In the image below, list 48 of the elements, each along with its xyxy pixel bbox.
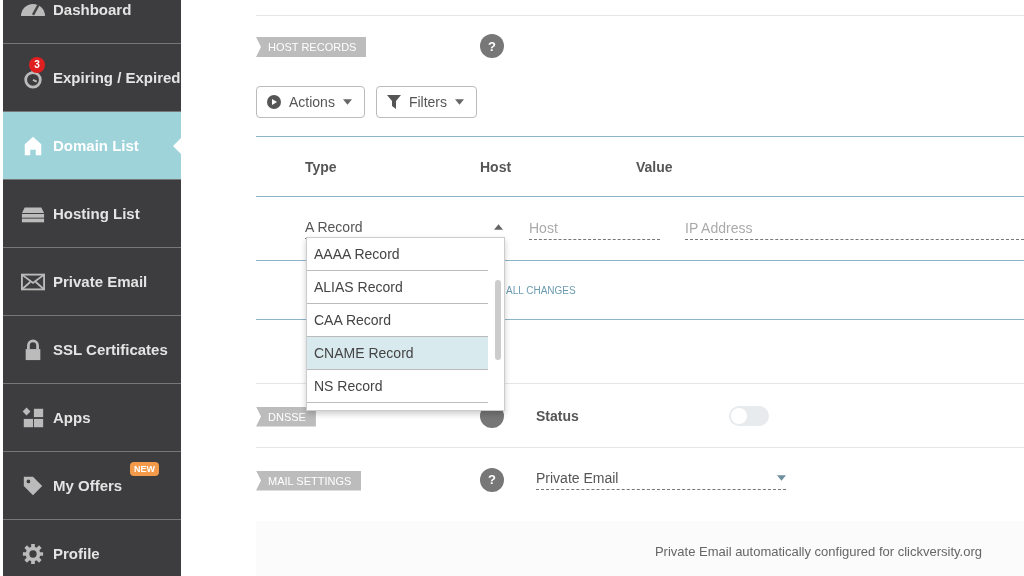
dropdown-option[interactable]: NS Record xyxy=(307,370,488,403)
play-icon xyxy=(267,95,281,109)
column-header: Type xyxy=(304,158,338,175)
value-field[interactable]: IP Address xyxy=(685,217,1024,240)
sidebar-label: Expiring / Expired xyxy=(53,69,181,86)
sidebar-label: Profile xyxy=(53,545,100,562)
sidebar-item[interactable]: Private Email xyxy=(3,248,181,316)
sidebar-item[interactable]: Hosting List xyxy=(3,180,181,248)
sidebar-label: Apps xyxy=(53,409,91,426)
section-label: MAIL SETTINGS xyxy=(256,470,362,491)
sidebar-label: My Offers xyxy=(53,477,123,494)
dropdown-option[interactable]: ALIAS Record xyxy=(307,271,488,304)
section-label: DNSSE xyxy=(256,406,316,427)
sidebar-label: SSL Certificates xyxy=(53,341,168,358)
column-header: Value xyxy=(636,158,673,175)
caret-icon xyxy=(455,99,465,105)
sidebar-label: Hosting List xyxy=(53,205,140,222)
sidebar-item[interactable]: Profile xyxy=(3,520,181,576)
host-field[interactable]: Host xyxy=(529,217,660,240)
count-badge: 3 xyxy=(29,56,45,73)
caret-icon xyxy=(342,99,352,105)
caret-icon xyxy=(494,223,503,230)
apps-icon xyxy=(21,406,45,429)
sidebar-label: Domain List xyxy=(53,137,139,154)
section-label: HOST RECORDS xyxy=(256,37,367,57)
actions-button[interactable]: Actions xyxy=(256,86,365,118)
footer-note: Private Email automatically configured for clickversity.org xyxy=(654,543,982,559)
sidebar-item[interactable]: Apps xyxy=(3,384,181,452)
mail-select[interactable]: Private Email xyxy=(536,469,786,490)
caret-icon xyxy=(777,474,786,481)
new-badge: NEW xyxy=(130,462,159,476)
dropdown-option[interactable]: CNAME Record xyxy=(307,337,488,370)
sidebar-item[interactable]: Dashboard xyxy=(3,0,181,44)
speedometer-icon xyxy=(21,3,45,16)
column-header: Host xyxy=(480,158,513,175)
dropdown-option[interactable]: AAAA Record xyxy=(307,238,488,271)
help-button[interactable]: ? xyxy=(480,34,504,58)
tag-icon xyxy=(21,474,45,497)
sidebar-item[interactable]: My Offers NEW xyxy=(3,452,181,520)
sidebar-label: Private Email xyxy=(53,273,148,290)
filters-button[interactable]: Filters xyxy=(375,86,478,118)
status-label: Status xyxy=(536,407,580,424)
help-button[interactable]: ? xyxy=(480,467,504,492)
sidebar-label: Dashboard xyxy=(53,1,132,18)
sidebar-item[interactable]: SSL Certificates xyxy=(3,316,181,384)
gear-icon xyxy=(21,542,45,565)
funnel-icon xyxy=(386,95,401,109)
selection-pointer xyxy=(173,138,181,154)
